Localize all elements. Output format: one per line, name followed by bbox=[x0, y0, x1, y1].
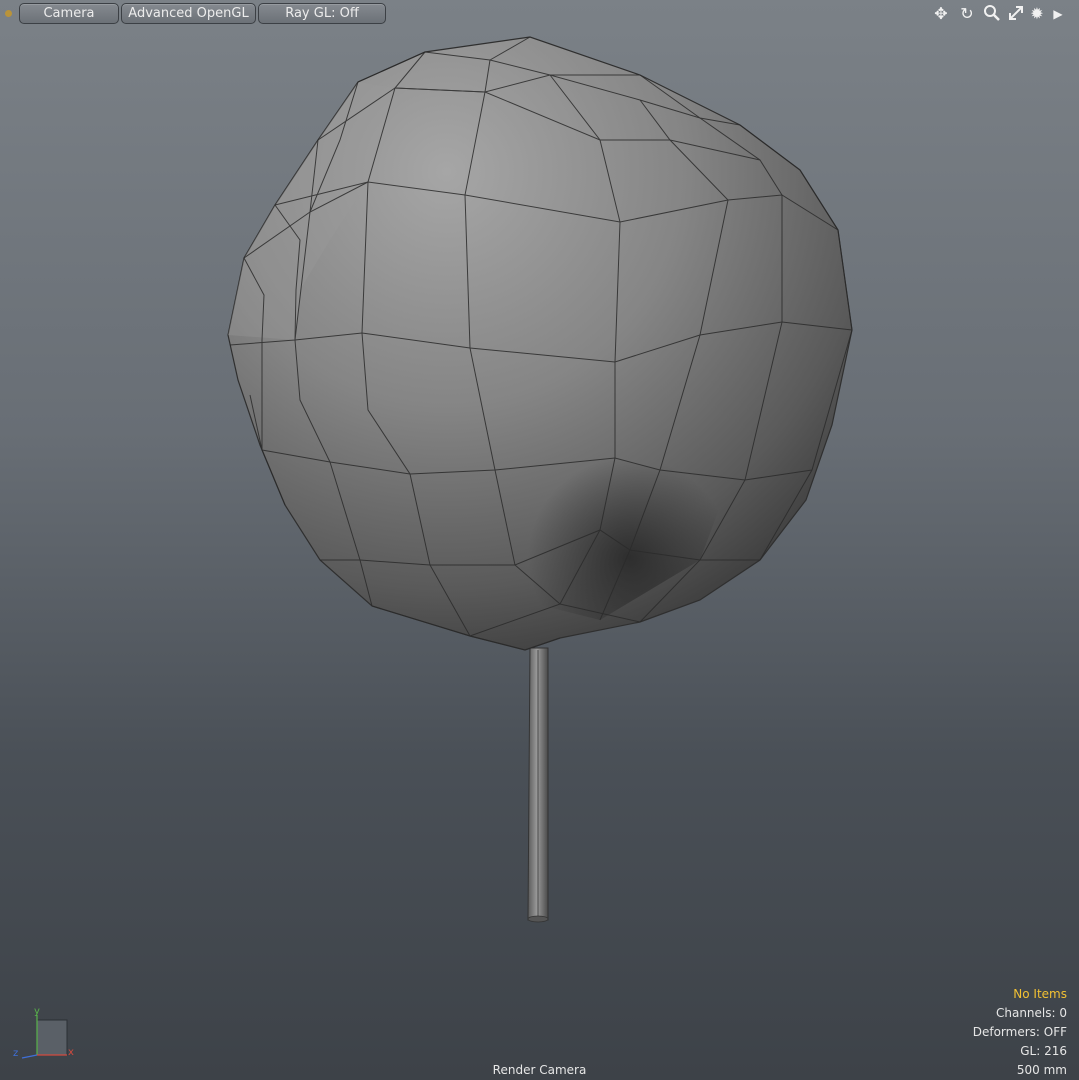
ray-gl-button[interactable]: Ray GL: Off bbox=[258, 3, 386, 24]
zoom-icon[interactable] bbox=[982, 4, 1002, 24]
maximize-icon[interactable] bbox=[1006, 4, 1026, 24]
axis-y-label: y bbox=[34, 1006, 40, 1017]
axis-z-label: z bbox=[13, 1048, 19, 1059]
arrow-right-icon[interactable]: ▶ bbox=[1048, 4, 1068, 24]
gear-icon[interactable]: ✹ bbox=[1027, 4, 1047, 24]
deformers-status: Deformers: OFF bbox=[972, 1025, 1067, 1039]
scene-canvas[interactable] bbox=[0, 0, 1079, 1080]
axis-x-label: x bbox=[68, 1047, 74, 1058]
tree-foliage-mesh bbox=[227, 36, 853, 651]
3d-viewport[interactable]: y z x Camera Advanced OpenGL Ray GL: Off… bbox=[0, 0, 1079, 1080]
move-icon[interactable]: ✥ bbox=[931, 4, 951, 24]
viewport-toolbar: Camera Advanced OpenGL Ray GL: Off ✥ ↻ ✹… bbox=[0, 2, 1079, 24]
camera-name-label: Render Camera bbox=[492, 1063, 587, 1077]
axis-gizmo bbox=[21, 1015, 68, 1059]
channels-status: Channels: 0 bbox=[995, 1006, 1067, 1020]
camera-button[interactable]: Camera bbox=[19, 3, 119, 24]
viewport-menu-dot[interactable] bbox=[5, 10, 12, 17]
gl-polycount: GL: 216 bbox=[1020, 1044, 1067, 1058]
rotate-icon[interactable]: ↻ bbox=[957, 4, 977, 24]
selection-status: No Items bbox=[1013, 987, 1067, 1001]
shading-mode-button[interactable]: Advanced OpenGL bbox=[121, 3, 256, 24]
tree-trunk bbox=[527, 647, 549, 923]
